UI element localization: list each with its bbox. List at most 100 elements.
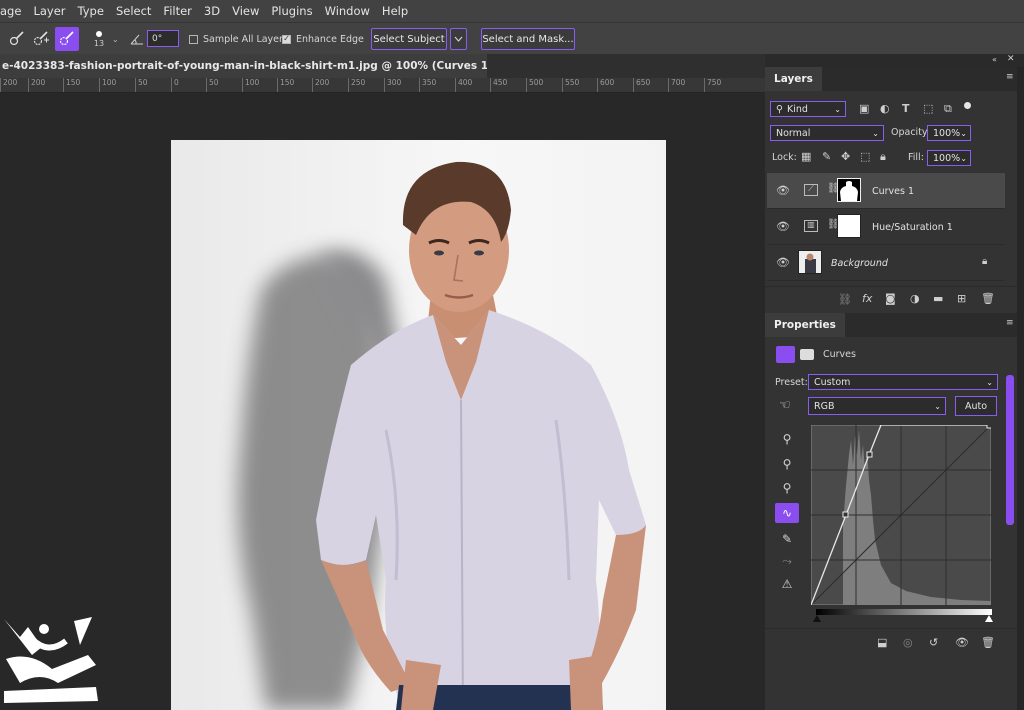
shape-filter-icon[interactable]: ⬚	[923, 103, 933, 114]
view-previous-state-icon[interactable]: ◎	[903, 637, 913, 648]
layer-row[interactable]: 👁︎ ▥ ⛓︎ Hue/Saturation 1	[767, 209, 1005, 245]
layer-name[interactable]: Hue/Saturation 1	[872, 222, 953, 233]
visibility-eye-icon[interactable]: 👁︎	[955, 637, 969, 648]
type-filter-icon[interactable]: T	[902, 103, 910, 114]
fill-input[interactable]: 100% ⌄	[927, 150, 971, 166]
tab-properties[interactable]: Properties	[765, 313, 845, 337]
white-point-slider[interactable]	[985, 615, 993, 622]
targeted-adjustment-icon[interactable]: ☜	[779, 399, 791, 412]
ruler-label: 450	[490, 78, 507, 92]
enhance-edge-checkbox[interactable]: ✓ Enhance Edge	[282, 23, 364, 55]
layer-mask-thumbnail[interactable]	[837, 214, 861, 238]
filter-toggle-icon[interactable]	[964, 102, 971, 109]
black-point-slider[interactable]	[813, 615, 821, 622]
brush-size-picker[interactable]: 13	[90, 23, 108, 55]
new-layer-icon[interactable]: ⊞	[957, 293, 966, 304]
menu-filter[interactable]: Filter	[157, 4, 197, 18]
pencil-icon[interactable]: ✎	[777, 529, 797, 549]
panel-menu-icon[interactable]: ≡	[1006, 319, 1014, 328]
collapse-icon[interactable]: «	[992, 56, 997, 64]
curves-icon[interactable]	[776, 346, 795, 363]
menu-window[interactable]: Window	[319, 4, 376, 18]
lock-all-icon[interactable]: 🔒︎	[880, 151, 886, 162]
channel-dropdown[interactable]: RGB ⌄	[808, 397, 946, 415]
curve-point-tool-icon[interactable]: ∿	[775, 503, 799, 523]
sample-all-layers-checkbox[interactable]: Sample All Layers	[189, 23, 288, 55]
delete-icon[interactable]: 🗑︎	[981, 637, 995, 648]
portrait-illustration	[237, 161, 646, 710]
panel-menu-icon[interactable]: ≡	[1006, 73, 1014, 82]
angle-input[interactable]: 0°	[147, 30, 179, 47]
reset-icon[interactable]: ↺	[929, 637, 938, 648]
horizontal-ruler[interactable]: 200 200 150 100 50 0 50 100 150 200 250 …	[0, 78, 765, 93]
eyedropper-white-icon[interactable]: ⚲	[777, 478, 797, 498]
menu-layer[interactable]: Layer	[27, 4, 71, 18]
menu-type[interactable]: Type	[72, 4, 110, 18]
blend-mode-dropdown[interactable]: Normal ⌄	[770, 125, 884, 141]
preset-dropdown[interactable]: Custom ⌄	[808, 374, 998, 390]
lock-move-icon[interactable]: ✥	[841, 151, 850, 162]
auto-button[interactable]: Auto	[955, 396, 997, 416]
curves-adjustment-icon: ⟋	[804, 184, 818, 196]
layer-name[interactable]: Curves 1	[872, 186, 914, 197]
ruler-label: 0	[171, 78, 179, 92]
watermark-logo	[4, 617, 98, 703]
tab-layers[interactable]: Layers	[765, 67, 822, 91]
new-adjustment-layer-icon[interactable]: ◑	[910, 293, 920, 304]
close-icon[interactable]: ✕	[1007, 55, 1015, 64]
dock-header: « ✕	[765, 54, 1024, 67]
curves-graph[interactable]	[811, 425, 991, 605]
quick-select-subtract-icon[interactable]	[55, 27, 79, 51]
link-layers-icon[interactable]: ⛓︎	[838, 294, 852, 305]
document-tab-bar: e-4023383-fashion-portrait-of-young-man-…	[0, 54, 765, 78]
menu-image[interactable]: age	[0, 4, 27, 18]
smart-object-filter-icon[interactable]: ⧉	[944, 103, 952, 114]
layer-filter-kind-dropdown[interactable]: ⚲ Kind ⌄	[770, 101, 846, 117]
eyedropper-black-icon[interactable]: ⚲	[777, 429, 797, 449]
chevron-down-icon[interactable]: ⌄	[112, 23, 119, 55]
lock-artboard-icon[interactable]: ⬚	[860, 151, 870, 162]
menu-help[interactable]: Help	[376, 4, 414, 18]
menu-view[interactable]: View	[226, 4, 265, 18]
channel-value: RGB	[814, 400, 835, 412]
layer-thumbnail[interactable]	[798, 250, 822, 274]
portrait-photo[interactable]	[171, 140, 666, 710]
add-mask-icon[interactable]: ◙	[885, 293, 896, 304]
delete-layer-icon[interactable]: 🗑︎	[981, 293, 995, 304]
opacity-input[interactable]: 100% ⌄	[927, 125, 971, 141]
new-group-icon[interactable]: ▬	[933, 293, 943, 304]
smooth-icon[interactable]: ⤳	[777, 551, 797, 571]
quick-select-add-icon[interactable]	[32, 23, 50, 55]
layer-mask-thumbnail[interactable]	[837, 178, 861, 202]
layer-name[interactable]: Background	[831, 258, 888, 269]
eyedropper-gray-icon[interactable]: ⚲	[777, 454, 797, 474]
document-canvas[interactable]	[0, 93, 765, 710]
clip-to-layer-icon[interactable]: ⬓	[877, 637, 887, 648]
visibility-eye-icon[interactable]: 👁︎	[776, 185, 790, 196]
select-subject-button[interactable]: Select Subject	[371, 28, 447, 50]
menu-bar: age Layer Type Select Filter 3D View Plu…	[0, 0, 1024, 22]
layers-panel-header: Layers ≡	[765, 67, 1024, 91]
mask-icon[interactable]	[800, 349, 814, 360]
checkbox-checked-icon: ✓	[282, 34, 291, 44]
adjustment-filter-icon[interactable]: ◐	[880, 103, 890, 114]
select-and-mask-button[interactable]: Select and Mask...	[481, 28, 575, 50]
layer-row[interactable]: 👁︎ ⟋ ⛓︎ Curves 1	[767, 173, 1005, 209]
visibility-eye-icon[interactable]: 👁︎	[776, 221, 790, 232]
quick-select-new-icon[interactable]	[8, 23, 26, 55]
properties-scrollbar[interactable]	[1006, 375, 1014, 525]
visibility-eye-icon[interactable]: 👁︎	[776, 257, 790, 268]
layer-row[interactable]: 👁︎ Background 🔒︎	[767, 245, 1005, 281]
menu-3d[interactable]: 3D	[198, 4, 226, 18]
lock-brush-icon[interactable]: ✎	[822, 151, 831, 162]
lock-transparent-icon[interactable]: ▦	[801, 151, 811, 162]
pixel-filter-icon[interactable]: ▣	[859, 103, 869, 114]
opacity-label: Opacity:	[891, 127, 931, 138]
menu-plugins[interactable]: Plugins	[265, 4, 318, 18]
ruler-label: 150	[63, 78, 80, 92]
menu-select[interactable]: Select	[110, 4, 157, 18]
clipping-warning-icon[interactable]: ⚠	[777, 574, 797, 594]
select-subject-dropdown[interactable]	[450, 28, 467, 50]
document-tab[interactable]: e-4023383-fashion-portrait-of-young-man-…	[0, 54, 487, 78]
fx-icon[interactable]: fx	[862, 293, 872, 304]
